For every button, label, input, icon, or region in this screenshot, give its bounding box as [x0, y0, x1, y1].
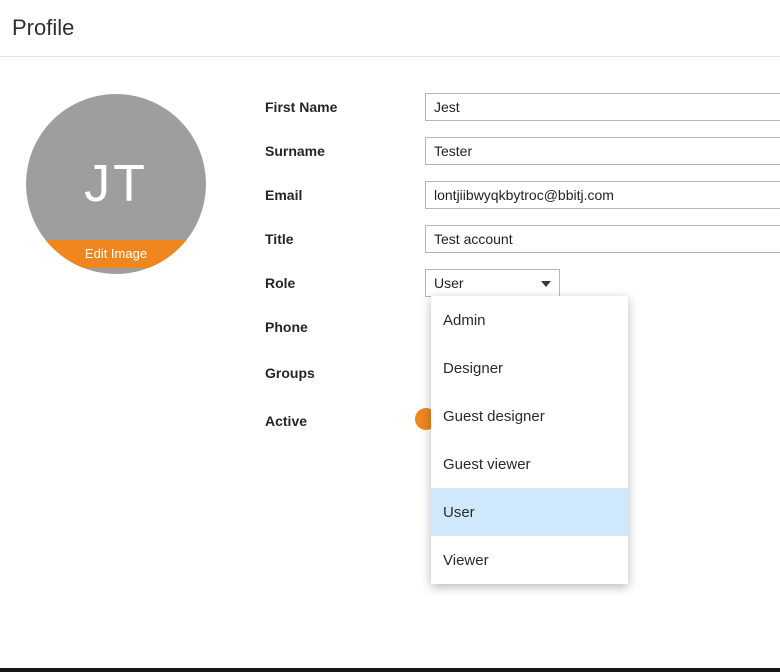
- role-select[interactable]: User: [425, 269, 560, 297]
- email-label: Email: [265, 187, 425, 203]
- surname-input[interactable]: [425, 137, 780, 165]
- page-header: Profile: [0, 0, 780, 57]
- role-dropdown-menu: Admin Designer Guest designer Guest view…: [431, 296, 628, 584]
- role-option-designer[interactable]: Designer: [431, 344, 628, 392]
- surname-label: Surname: [265, 143, 425, 159]
- dropdown-caret-icon: [541, 281, 551, 287]
- phone-label: Phone: [265, 319, 425, 335]
- email-input[interactable]: [425, 181, 780, 209]
- role-option-guest-viewer[interactable]: Guest viewer: [431, 440, 628, 488]
- form-row-surname: Surname: [265, 129, 780, 173]
- avatar: JT Edit Image: [26, 94, 206, 274]
- profile-page: Profile JT Edit Image First Name Surname…: [0, 0, 780, 672]
- page-title: Profile: [12, 15, 74, 41]
- role-select-value: User: [434, 275, 464, 291]
- first-name-input[interactable]: [425, 93, 780, 121]
- title-label: Title: [265, 231, 425, 247]
- role-option-viewer[interactable]: Viewer: [431, 536, 628, 584]
- first-name-label: First Name: [265, 99, 425, 115]
- form-row-email: Email: [265, 173, 780, 217]
- avatar-initials: JT: [84, 154, 148, 214]
- role-option-guest-designer[interactable]: Guest designer: [431, 392, 628, 440]
- title-input[interactable]: [425, 225, 780, 253]
- role-label: Role: [265, 275, 425, 291]
- bottom-divider: [0, 668, 780, 672]
- role-option-user[interactable]: User: [431, 488, 628, 536]
- form-row-first-name: First Name: [265, 85, 780, 129]
- edit-image-button[interactable]: Edit Image: [26, 240, 206, 268]
- groups-label: Groups: [265, 365, 425, 381]
- form-row-title: Title: [265, 217, 780, 261]
- active-label: Active: [265, 413, 425, 429]
- role-option-admin[interactable]: Admin: [431, 296, 628, 344]
